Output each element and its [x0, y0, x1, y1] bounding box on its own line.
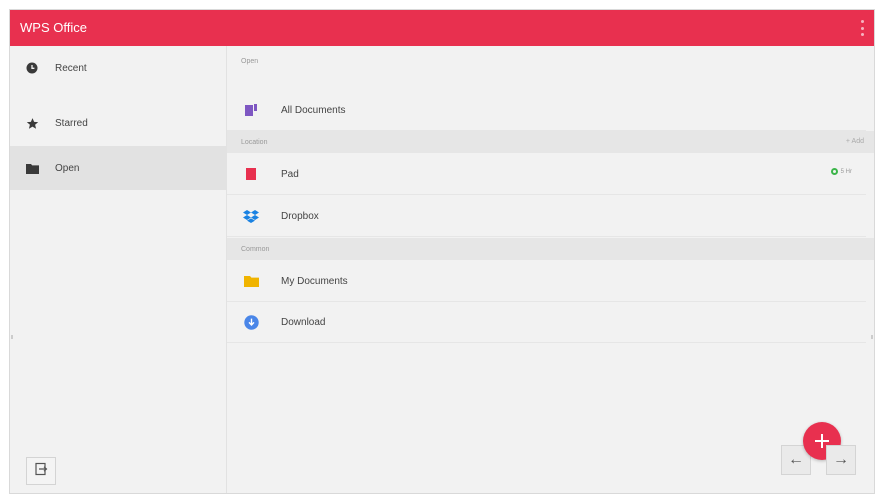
- main-content: Open All Documents Location + Add Pad 5 …: [227, 46, 874, 493]
- app-window: WPS Office Recent Starred Open Open All …: [9, 9, 875, 494]
- list-item-label: My Documents: [281, 275, 348, 287]
- list-item-dropbox[interactable]: Dropbox: [227, 196, 866, 237]
- overflow-menu-icon[interactable]: [860, 20, 864, 36]
- sidebar-item-open[interactable]: Open: [10, 146, 226, 190]
- section-header-open: Open: [227, 50, 874, 72]
- sidebar-item-label: Open: [55, 162, 80, 174]
- exit-button[interactable]: [26, 457, 56, 485]
- sync-status: 5 Hr: [830, 168, 852, 175]
- pad-icon: [243, 166, 259, 182]
- right-edge-handle[interactable]: [871, 335, 873, 339]
- sync-ring-icon: [830, 168, 838, 175]
- list-item-label: Pad: [281, 168, 299, 180]
- list-item-label: Download: [281, 316, 326, 328]
- section-header-common: Common: [227, 238, 874, 260]
- section-header-location: Location + Add: [227, 131, 874, 153]
- app-title: WPS Office: [20, 20, 87, 35]
- forward-button[interactable]: →: [826, 445, 856, 475]
- arrow-left-icon: ←: [788, 451, 804, 468]
- folder-icon: [243, 273, 259, 289]
- list-item-all-documents[interactable]: All Documents: [227, 90, 866, 131]
- add-location-button[interactable]: + Add: [846, 138, 864, 145]
- section-title: Open: [241, 57, 259, 65]
- star-icon: [25, 116, 39, 130]
- list-item-pad[interactable]: Pad 5 Hr: [227, 154, 866, 195]
- exit-icon: [34, 462, 48, 481]
- list-item-my-documents[interactable]: My Documents: [227, 261, 866, 302]
- list-item-download[interactable]: Download: [227, 302, 866, 343]
- arrow-right-icon: →: [833, 451, 849, 468]
- section-title: Location: [241, 138, 268, 146]
- list-item-label: Dropbox: [281, 210, 319, 222]
- sidebar-item-starred[interactable]: Starred: [10, 101, 226, 145]
- download-icon: [243, 314, 259, 330]
- sidebar-item-label: Recent: [55, 62, 87, 74]
- sync-time: 5 Hr: [840, 168, 852, 175]
- list-item-label: All Documents: [281, 104, 346, 116]
- documents-icon: [243, 102, 259, 118]
- sidebar-item-label: Starred: [55, 117, 88, 129]
- sidebar-item-recent[interactable]: Recent: [10, 46, 226, 90]
- clock-icon: [25, 61, 39, 75]
- dropbox-icon: [243, 208, 259, 224]
- sidebar: Recent Starred Open: [10, 46, 227, 493]
- left-edge-handle[interactable]: [11, 335, 13, 339]
- section-title: Common: [241, 245, 270, 253]
- title-bar: WPS Office: [10, 10, 874, 46]
- folder-icon: [25, 161, 39, 175]
